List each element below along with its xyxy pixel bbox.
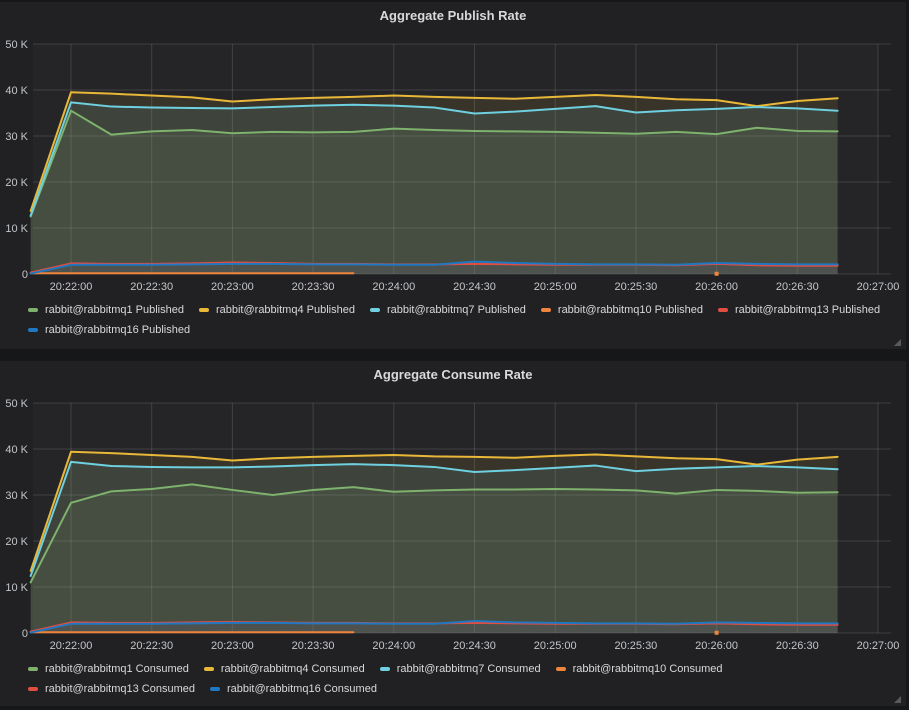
x-axis-tick-label: 20:25:30 xyxy=(614,281,657,293)
legend-color-swatch-icon xyxy=(556,667,566,671)
y-axis-tick-label: 10 K xyxy=(5,223,28,235)
legend-color-swatch-icon xyxy=(28,308,38,312)
y-axis-tick-label: 40 K xyxy=(5,85,28,97)
x-axis-tick-label: 20:24:30 xyxy=(453,640,496,652)
legend-series-label: rabbit@rabbitmq4 Published xyxy=(216,304,355,316)
y-axis-tick-label: 40 K xyxy=(5,444,28,456)
x-axis-tick-label: 20:26:00 xyxy=(695,640,738,652)
legend-item[interactable]: rabbit@rabbitmq4 Published xyxy=(199,300,355,320)
legend-color-swatch-icon xyxy=(28,328,38,332)
x-axis-tick-label: 20:22:00 xyxy=(50,281,93,293)
legend-series-label: rabbit@rabbitmq13 Consumed xyxy=(45,683,195,695)
panel-title[interactable]: Aggregate Consume Rate xyxy=(0,361,906,389)
panel-title[interactable]: Aggregate Publish Rate xyxy=(0,2,906,30)
legend-series-label: rabbit@rabbitmq7 Published xyxy=(387,304,526,316)
y-axis-tick-label: 0 xyxy=(22,628,28,640)
chart-canvas[interactable]: 0 10 K 20 K 30 K 40 K 50 K 20:22:00 20:22:30 20:… xyxy=(0,30,906,295)
panel-aggregate-consume-rate: Aggregate Consume Rate 0 10 K 20 K 30 K 40 K… xyxy=(0,361,906,706)
series-point xyxy=(715,631,719,635)
y-axis-tick-label: 10 K xyxy=(5,582,28,594)
legend-color-swatch-icon xyxy=(541,308,551,312)
legend-color-swatch-icon xyxy=(28,687,38,691)
dashboard: Aggregate Publish Rate 0 10 K 20 K 30 K 40 K… xyxy=(0,0,909,710)
panel-aggregate-publish-rate: Aggregate Publish Rate 0 10 K 20 K 30 K 40 K… xyxy=(0,2,906,349)
legend-series-label: rabbit@rabbitmq10 Published xyxy=(558,304,703,316)
legend-item[interactable]: rabbit@rabbitmq1 Published xyxy=(28,300,184,320)
legend: rabbit@rabbitmq1 Published rabbit@rabbitm… xyxy=(0,300,906,340)
legend-series-label: rabbit@rabbitmq1 Published xyxy=(45,304,184,316)
series-area-fill xyxy=(31,102,838,274)
x-axis-tick-label: 20:23:30 xyxy=(292,281,335,293)
series-area-fill xyxy=(31,462,838,633)
x-axis-tick-label: 20:22:30 xyxy=(130,640,173,652)
legend-series-label: rabbit@rabbitmq7 Consumed xyxy=(397,663,541,675)
panel-resize-handle-icon[interactable] xyxy=(894,339,901,346)
legend-series-label: rabbit@rabbitmq4 Consumed xyxy=(221,663,365,675)
y-axis-tick-label: 0 xyxy=(22,269,28,281)
y-axis-tick-label: 30 K xyxy=(5,131,28,143)
consume-rate-chart[interactable]: 0 10 K 20 K 30 K 40 K 50 K 20:22:00 20:22:30 20:… xyxy=(0,389,906,654)
legend-item[interactable]: rabbit@rabbitmq10 Consumed xyxy=(556,659,723,679)
legend-series-label: rabbit@rabbitmq10 Consumed xyxy=(573,663,723,675)
legend-color-swatch-icon xyxy=(380,667,390,671)
legend-color-swatch-icon xyxy=(718,308,728,312)
y-axis-tick-label: 50 K xyxy=(5,398,28,410)
legend-color-swatch-icon xyxy=(204,667,214,671)
legend-item[interactable]: rabbit@rabbitmq10 Published xyxy=(541,300,703,320)
chart-canvas[interactable]: 0 10 K 20 K 30 K 40 K 50 K 20:22:00 20:22:30 20:… xyxy=(0,389,906,654)
publish-rate-chart[interactable]: 0 10 K 20 K 30 K 40 K 50 K 20:22:00 20:22:30 20:… xyxy=(0,30,906,295)
panel-resize-handle-icon[interactable] xyxy=(894,696,901,703)
legend-item[interactable]: rabbit@rabbitmq13 Consumed xyxy=(28,679,195,699)
legend-series-label: rabbit@rabbitmq16 Consumed xyxy=(227,683,377,695)
series-point xyxy=(715,272,719,276)
x-axis-tick-label: 20:25:30 xyxy=(614,640,657,652)
x-axis-tick-label: 20:26:00 xyxy=(695,281,738,293)
x-axis-tick-label: 20:24:00 xyxy=(372,281,415,293)
x-axis-tick-label: 20:26:30 xyxy=(776,640,819,652)
x-axis-tick-label: 20:27:00 xyxy=(857,640,900,652)
y-axis-tick-label: 20 K xyxy=(5,177,28,189)
x-axis-tick-label: 20:24:30 xyxy=(453,281,496,293)
x-axis-tick-label: 20:22:30 xyxy=(130,281,173,293)
legend-item[interactable]: rabbit@rabbitmq16 Published xyxy=(28,320,190,340)
legend-color-swatch-icon xyxy=(28,667,38,671)
legend-item[interactable]: rabbit@rabbitmq4 Consumed xyxy=(204,659,365,679)
y-axis-tick-label: 20 K xyxy=(5,536,28,548)
x-axis-tick-label: 20:25:00 xyxy=(534,640,577,652)
x-axis-tick-label: 20:23:00 xyxy=(211,640,254,652)
legend-series-label: rabbit@rabbitmq13 Published xyxy=(735,304,880,316)
x-axis-tick-label: 20:25:00 xyxy=(534,281,577,293)
legend-color-swatch-icon xyxy=(210,687,220,691)
legend-item[interactable]: rabbit@rabbitmq7 Consumed xyxy=(380,659,541,679)
legend-item[interactable]: rabbit@rabbitmq13 Published xyxy=(718,300,880,320)
legend-series-label: rabbit@rabbitmq16 Published xyxy=(45,324,190,336)
x-axis-tick-label: 20:23:00 xyxy=(211,281,254,293)
legend-item[interactable]: rabbit@rabbitmq16 Consumed xyxy=(210,679,377,699)
legend-series-label: rabbit@rabbitmq1 Consumed xyxy=(45,663,189,675)
legend-item[interactable]: rabbit@rabbitmq7 Published xyxy=(370,300,526,320)
y-axis-tick-label: 50 K xyxy=(5,39,28,51)
y-axis-tick-label: 30 K xyxy=(5,490,28,502)
legend-item[interactable]: rabbit@rabbitmq1 Consumed xyxy=(28,659,189,679)
x-axis-tick-label: 20:27:00 xyxy=(857,281,900,293)
x-axis-tick-label: 20:23:30 xyxy=(292,640,335,652)
legend-color-swatch-icon xyxy=(370,308,380,312)
x-axis-tick-label: 20:24:00 xyxy=(372,640,415,652)
x-axis-tick-label: 20:26:30 xyxy=(776,281,819,293)
legend-color-swatch-icon xyxy=(199,308,209,312)
x-axis-tick-label: 20:22:00 xyxy=(50,640,93,652)
legend: rabbit@rabbitmq1 Consumed rabbit@rabbitmq… xyxy=(0,659,906,699)
